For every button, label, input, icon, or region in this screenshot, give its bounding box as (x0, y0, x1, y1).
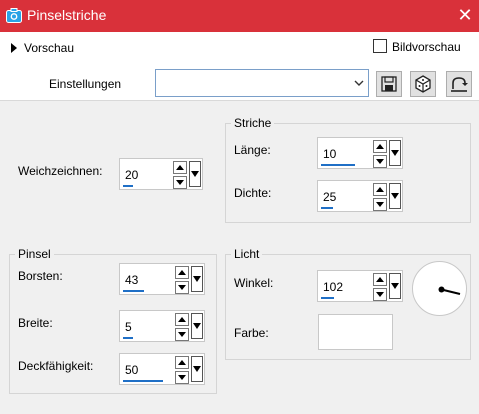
settings-combobox[interactable] (155, 69, 369, 97)
angle-needle-icon (438, 286, 461, 295)
blur-up-button[interactable] (173, 161, 187, 174)
color-swatch[interactable] (318, 314, 393, 350)
close-icon: ✕ (457, 5, 473, 25)
bristles-spinbox[interactable]: 43 (119, 263, 205, 295)
save-icon (381, 76, 397, 92)
bristles-label: Borsten: (18, 269, 63, 283)
blur-label: Weichzeichnen: (18, 164, 103, 178)
width-label: Breite: (18, 316, 53, 330)
angle-value[interactable]: 102 (323, 280, 343, 294)
bristles-down-button[interactable] (175, 281, 189, 294)
length-spinbox[interactable]: 10 (317, 137, 403, 169)
bristles-value[interactable]: 43 (125, 273, 138, 287)
density-spinbox[interactable]: 25 (317, 180, 403, 212)
blur-down-button[interactable] (173, 176, 187, 189)
width-down-button[interactable] (175, 328, 189, 341)
color-label: Farbe: (234, 326, 269, 340)
density-down-button[interactable] (373, 198, 387, 211)
length-value-bar (321, 164, 355, 166)
close-button[interactable]: ✕ (454, 4, 476, 26)
striche-title: Striche (231, 116, 275, 130)
density-label: Dichte: (234, 186, 272, 200)
save-preset-button[interactable] (376, 71, 402, 97)
angle-spinbox[interactable]: 102 (317, 270, 403, 302)
length-dropdown-button[interactable] (389, 140, 401, 166)
length-label: Länge: (234, 143, 271, 157)
blur-value-bar (123, 185, 133, 187)
length-down-button[interactable] (373, 155, 387, 168)
angle-label: Winkel: (234, 276, 274, 290)
width-spinbox[interactable]: 5 (119, 310, 205, 342)
opacity-spinbox[interactable]: 50 (119, 353, 205, 385)
angle-value-bar (321, 297, 335, 299)
opacity-value[interactable]: 50 (125, 363, 138, 377)
opacity-up-button[interactable] (175, 356, 189, 369)
density-dropdown-button[interactable] (389, 183, 401, 209)
settings-label: Einstellungen (49, 77, 122, 91)
reset-icon (451, 77, 468, 92)
angle-dropdown-button[interactable] (389, 273, 401, 299)
dice-icon (415, 75, 431, 93)
density-value[interactable]: 25 (323, 190, 336, 204)
opacity-down-button[interactable] (175, 371, 189, 384)
chevron-down-icon[interactable] (350, 70, 368, 96)
angle-up-button[interactable] (373, 273, 387, 286)
bristles-dropdown-button[interactable] (191, 266, 203, 292)
preview-label[interactable]: Vorschau (24, 41, 74, 55)
blur-dropdown-button[interactable] (189, 161, 201, 187)
length-up-button[interactable] (373, 140, 387, 153)
density-value-bar (321, 207, 333, 209)
width-value-bar (123, 337, 133, 339)
angle-down-button[interactable] (373, 288, 387, 301)
length-value[interactable]: 10 (323, 147, 336, 161)
pinsel-title: Pinsel (15, 247, 54, 261)
opacity-value-bar (123, 380, 163, 382)
bildvorschau-checkbox[interactable] (373, 39, 387, 53)
bristles-up-button[interactable] (175, 266, 189, 279)
licht-title: Licht (231, 247, 263, 261)
width-value[interactable]: 5 (125, 320, 132, 334)
opacity-dropdown-button[interactable] (191, 356, 203, 382)
window-title: Pinselstriche (27, 7, 107, 23)
blur-value[interactable]: 20 (125, 168, 138, 182)
blur-spinbox[interactable]: 20 (119, 158, 203, 190)
bildvorschau-label: Bildvorschau (392, 40, 461, 54)
opacity-label: Deckfähigkeit: (18, 359, 94, 373)
expand-triangle-icon[interactable] (10, 43, 18, 53)
reset-button[interactable] (446, 71, 472, 97)
width-up-button[interactable] (175, 313, 189, 326)
bristles-value-bar (123, 290, 144, 292)
camera-icon (6, 8, 22, 23)
density-up-button[interactable] (373, 183, 387, 196)
angle-dial[interactable] (412, 261, 467, 316)
randomize-button[interactable] (410, 71, 436, 97)
width-dropdown-button[interactable] (191, 313, 203, 339)
